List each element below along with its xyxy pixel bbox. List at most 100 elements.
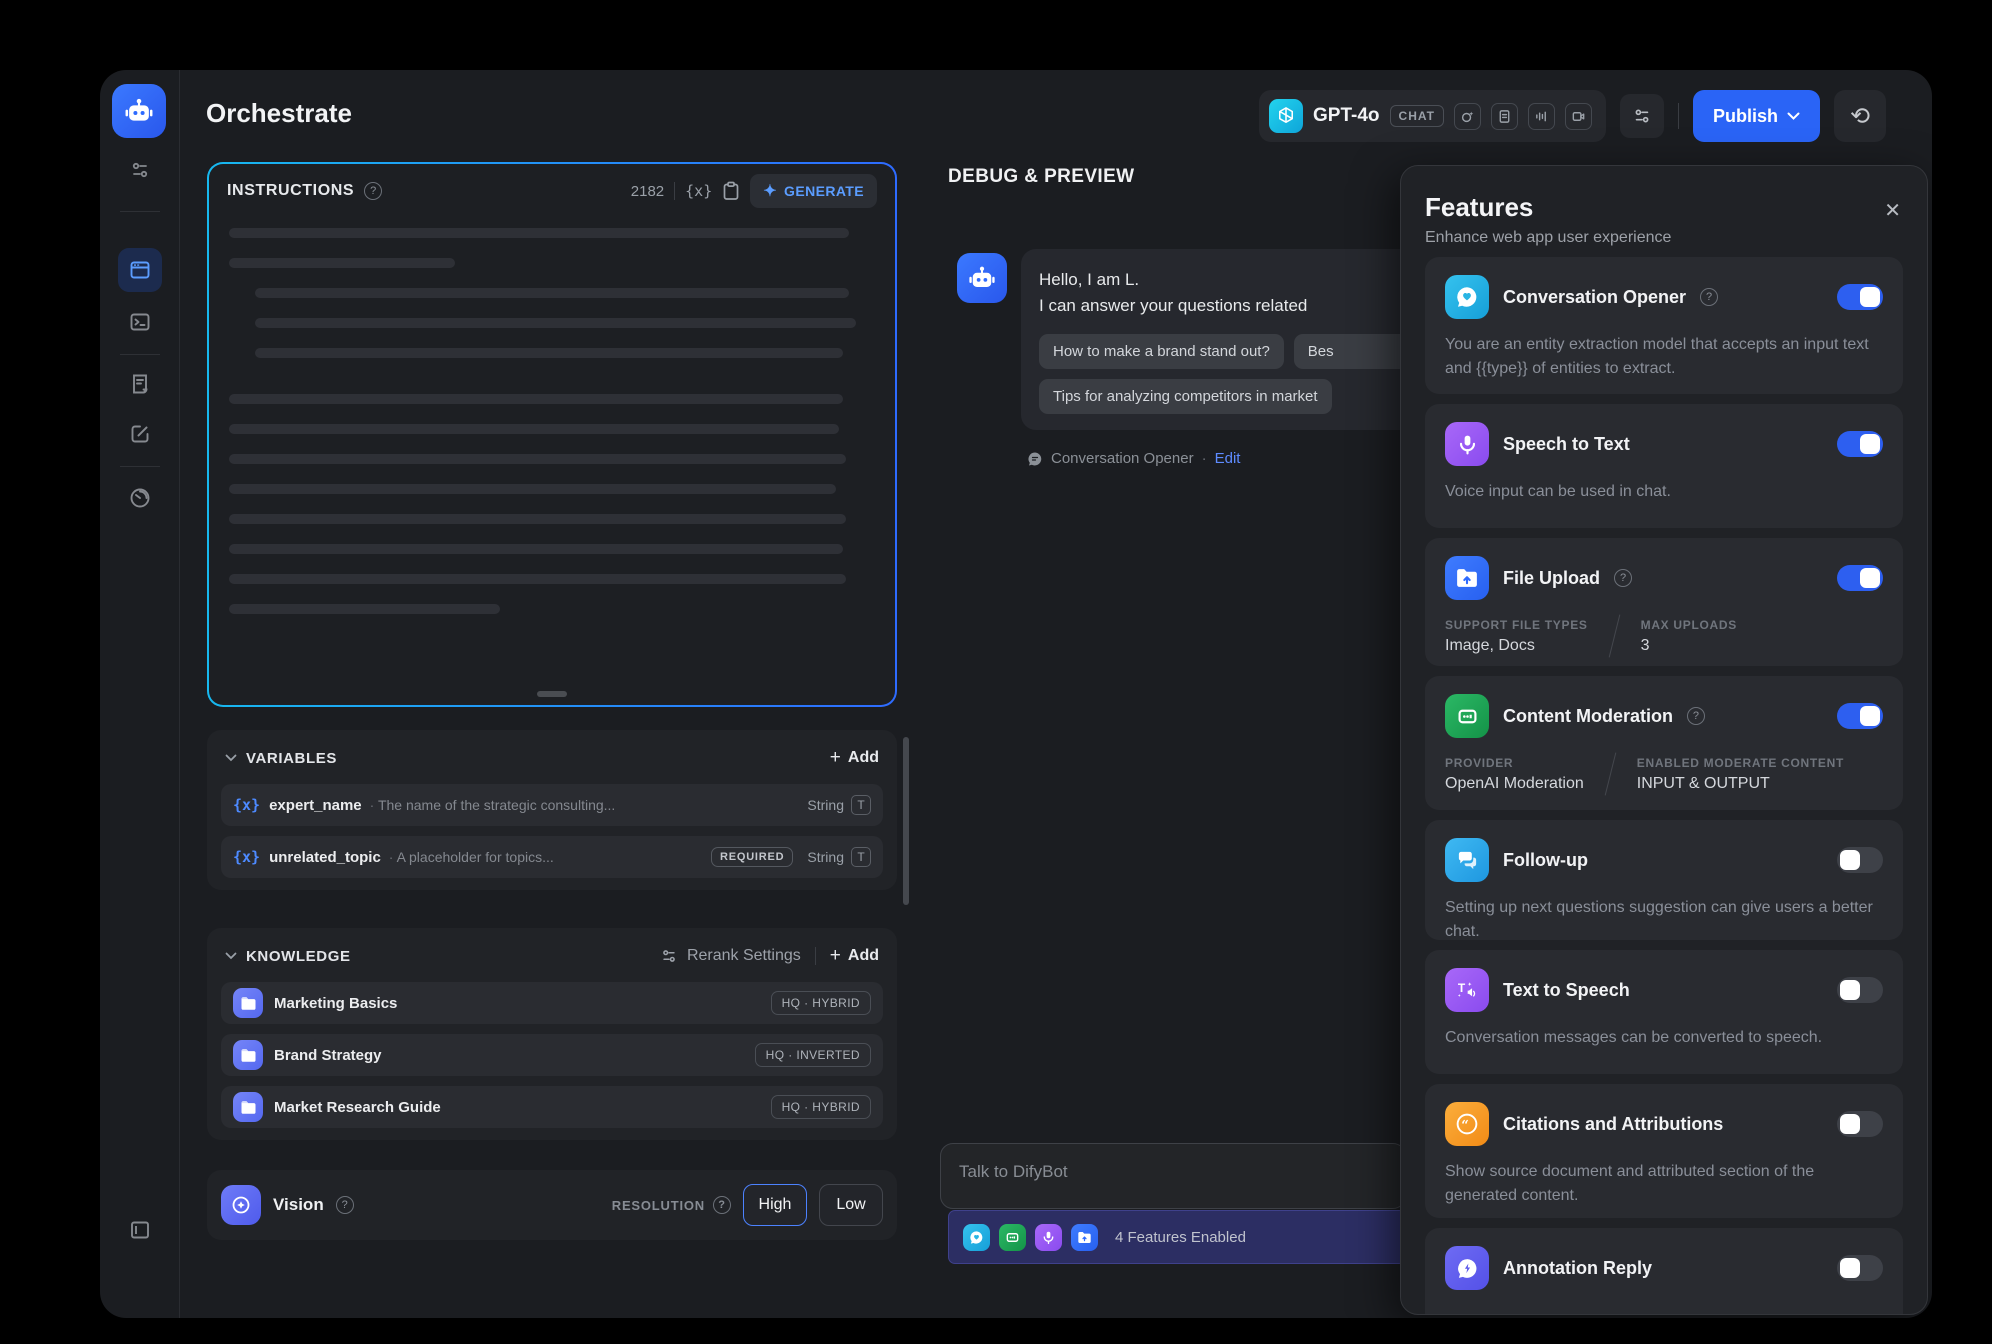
feature-toggle[interactable] [1837, 284, 1883, 310]
prompt-text-skeleton[interactable] [209, 218, 895, 614]
model-selector[interactable]: GPT-4o CHAT [1259, 90, 1606, 142]
folder-icon [233, 988, 263, 1018]
variable-row[interactable]: {x} expert_name The name of the strategi… [221, 784, 883, 826]
resolution-high-button[interactable]: High [743, 1184, 807, 1226]
variable-name: expert_name [269, 797, 362, 814]
required-badge: REQUIRED [711, 847, 793, 867]
divider [815, 947, 816, 965]
text-speaker-icon: T [1445, 968, 1489, 1012]
collapse-sidebar-button[interactable] [118, 1208, 162, 1252]
sidebar-item-terminal[interactable] [118, 300, 162, 344]
features-subtitle: Enhance web app user experience [1425, 229, 1903, 247]
feature-toggle[interactable] [1837, 1111, 1883, 1137]
chevron-down-icon[interactable] [225, 754, 237, 762]
feature-description: Setting up next questions suggestion can… [1445, 896, 1883, 940]
feature-toggle[interactable] [1837, 1255, 1883, 1281]
knowledge-row[interactable]: Marketing Basics HQ · HYBRID [221, 982, 883, 1024]
history-button[interactable]: ⟲ [1834, 90, 1886, 142]
feature-toggle[interactable] [1837, 977, 1883, 1003]
feature-title: Follow-up [1503, 850, 1588, 871]
variable-name: unrelated_topic [269, 849, 381, 866]
rerank-label: Rerank Settings [687, 947, 801, 965]
bot-avatar [957, 253, 1007, 303]
variables-title: VARIABLES [246, 750, 337, 767]
feature-card-text-to-speech: T Text to Speech Conversation messages c… [1425, 950, 1903, 1074]
max-uploads-field: MAX UPLOADS 3 [1641, 618, 1737, 655]
feature-title: Speech to Text [1503, 434, 1630, 455]
debug-preview-title: DEBUG & PREVIEW [948, 166, 1135, 188]
resolution-low-button[interactable]: Low [819, 1184, 883, 1226]
feature-description: Show source document and attributed sect… [1445, 1160, 1883, 1208]
chevron-down-icon[interactable] [225, 952, 237, 960]
help-icon[interactable]: ? [1614, 569, 1632, 587]
sidebar-divider [120, 466, 160, 467]
sidebar-item-orchestrate[interactable] [118, 248, 162, 292]
scrollbar-thumb[interactable] [903, 737, 909, 905]
sidebar-item-annotations[interactable] [118, 412, 162, 456]
add-variable-button[interactable]: + Add [830, 747, 879, 769]
provider-field: PROVIDER OpenAI Moderation [1445, 756, 1584, 793]
chat-input[interactable]: Talk to DifyBot [940, 1143, 1406, 1209]
vision-icon [221, 1185, 261, 1225]
close-icon[interactable]: ✕ [1884, 198, 1901, 223]
help-icon[interactable]: ? [713, 1196, 731, 1214]
feature-card-annotation-reply: Annotation Reply [1425, 1228, 1903, 1315]
bot-message-bubble: Hello, I am L. I can answer your questio… [1021, 249, 1451, 430]
feature-toggle[interactable] [1837, 565, 1883, 591]
clipboard-icon[interactable] [722, 181, 740, 201]
publish-button[interactable]: Publish [1693, 90, 1820, 142]
microphone-icon [1445, 422, 1489, 466]
help-icon[interactable]: ? [336, 1196, 354, 1214]
model-parameters-button[interactable] [1620, 94, 1664, 138]
suggested-question-chip[interactable]: Tips for analyzing competitors in market [1039, 379, 1332, 414]
suggested-question-chip[interactable]: How to make a brand stand out? [1039, 334, 1284, 369]
knowledge-panel: KNOWLEDGE Rerank Settings + Add [207, 928, 897, 1140]
sidebar-item-settings[interactable] [118, 148, 162, 192]
knowledge-row[interactable]: Market Research Guide HQ · HYBRID [221, 1086, 883, 1128]
feature-toggle[interactable] [1837, 703, 1883, 729]
chat-input-placeholder: Talk to DifyBot [959, 1162, 1068, 1181]
sidebar-item-monitoring[interactable] [118, 476, 162, 520]
instructions-header: INSTRUCTIONS ? 2182 {x} ✦ GENERATE [209, 164, 895, 218]
greeting-line-2: I can answer your questions related [1039, 293, 1433, 319]
sliders-icon [660, 947, 678, 965]
variable-row[interactable]: {x} unrelated_topic A placeholder for to… [221, 836, 883, 878]
feature-description: Voice input can be used in chat. [1445, 480, 1883, 504]
app-logo[interactable] [112, 84, 166, 138]
help-icon[interactable]: ? [1700, 288, 1718, 306]
rerank-settings-button[interactable]: Rerank Settings [660, 947, 801, 965]
feature-title: Citations and Attributions [1503, 1114, 1723, 1135]
feature-title: Text to Speech [1503, 980, 1630, 1001]
help-icon[interactable]: ? [364, 182, 382, 200]
help-icon[interactable]: ? [1687, 707, 1705, 725]
knowledge-name: Market Research Guide [274, 1099, 441, 1116]
insert-variable-icon[interactable]: {x} [685, 182, 712, 200]
instructions-title: INSTRUCTIONS [227, 182, 354, 200]
generate-label: GENERATE [784, 183, 864, 199]
add-knowledge-button[interactable]: + Add [830, 945, 879, 967]
edit-square-icon [128, 422, 152, 446]
variable-icon: {x} [233, 796, 260, 814]
sidebar-divider [120, 354, 160, 355]
resolution-label: RESOLUTION ? [612, 1196, 731, 1214]
edit-opener-link[interactable]: Edit [1215, 450, 1241, 467]
chat-heart-icon [1445, 275, 1489, 319]
robot-icon [123, 95, 155, 127]
knowledge-badge: HQ · INVERTED [755, 1043, 871, 1067]
sparkles-icon: ✦ [763, 181, 777, 201]
feature-toggle[interactable] [1837, 847, 1883, 873]
greeting-line-1: Hello, I am L. [1039, 267, 1433, 293]
terminal-icon [128, 310, 152, 334]
knowledge-row[interactable]: Brand Strategy HQ · INVERTED [221, 1034, 883, 1076]
features-enabled-label: 4 Features Enabled [1115, 1229, 1246, 1246]
resize-handle[interactable] [537, 691, 567, 697]
generate-button[interactable]: ✦ GENERATE [750, 174, 877, 208]
feature-title: Content Moderation [1503, 706, 1673, 727]
features-enabled-bar[interactable]: 4 Features Enabled [948, 1210, 1406, 1264]
feature-toggle[interactable] [1837, 431, 1883, 457]
sidebar-item-logs[interactable] [118, 362, 162, 406]
features-panel: Features Enhance web app user experience… [1400, 165, 1928, 1315]
field-divider [1608, 615, 1620, 658]
knowledge-badge: HQ · HYBRID [771, 1095, 871, 1119]
folder-icon [233, 1040, 263, 1070]
